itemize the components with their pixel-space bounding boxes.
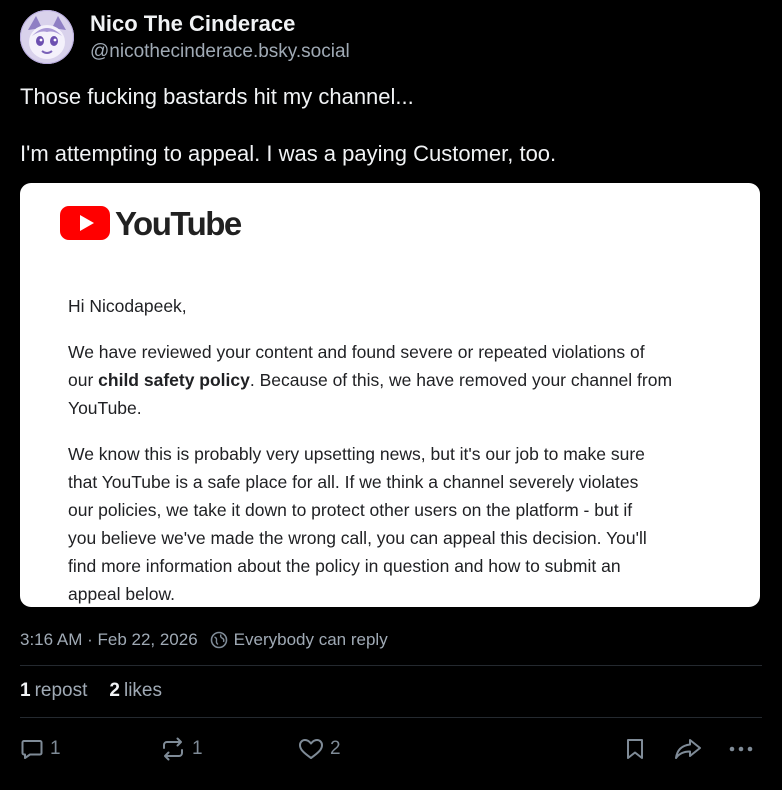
like-button[interactable]: 2 xyxy=(298,737,341,761)
more-icon xyxy=(729,746,753,752)
email-paragraph-line: our policies, we take it down to protect… xyxy=(68,500,633,520)
author-handle[interactable]: @nicothecinderace.bsky.social xyxy=(90,41,350,63)
timestamp[interactable]: 3:16 AM · Feb 22, 2026 xyxy=(20,630,198,650)
email-text-segment: . Because of this, we have removed your … xyxy=(249,370,673,390)
likes-stat[interactable]: 2 likes xyxy=(109,680,162,702)
like-icon xyxy=(299,739,323,759)
reposts-stat[interactable]: 1 repost xyxy=(20,680,87,702)
share-icon xyxy=(675,739,701,759)
email-paragraph-line: appeal below. xyxy=(68,584,176,604)
more-options-button[interactable] xyxy=(728,737,754,761)
email-paragraph-line: find more information about the policy i… xyxy=(68,556,621,576)
repost-button[interactable]: 1 xyxy=(160,737,203,761)
email-paragraph-line: We know this is probably very upsetting … xyxy=(68,444,645,464)
likes-count: 2 xyxy=(109,680,120,701)
like-count: 2 xyxy=(330,738,341,759)
reposts-count: 1 xyxy=(20,680,31,701)
likes-label: likes xyxy=(123,680,162,701)
post-text-line: Those fucking bastards hit my channel... xyxy=(20,84,414,109)
avatar[interactable] xyxy=(20,10,74,64)
avatar-image-icon xyxy=(20,10,74,64)
reply-setting: Everybody can reply xyxy=(233,630,388,649)
divider xyxy=(20,717,762,718)
policy-name: child safety policy xyxy=(98,370,250,390)
reposts-label: repost xyxy=(34,680,88,701)
bookmark-icon xyxy=(627,739,643,759)
email-paragraph-line: We have reviewed your content and found … xyxy=(68,342,645,362)
divider xyxy=(20,665,762,666)
globe-icon xyxy=(210,631,228,649)
email-paragraph-line: YouTube. xyxy=(68,398,142,418)
bookmark-button[interactable] xyxy=(624,737,646,761)
repost-icon xyxy=(163,737,183,761)
email-paragraph-line: our child safety policy. Because of this… xyxy=(68,366,672,394)
email-paragraph-line: you believe we've made the wrong call, y… xyxy=(68,528,647,548)
post: Nico The Cinderace @nicothecinderace.bsk… xyxy=(0,0,782,790)
embedded-image[interactable]: YouTube Hi Nicodapeek, We have reviewed … xyxy=(20,183,760,607)
youtube-wordmark: YouTube xyxy=(115,205,242,242)
email-paragraph-line: that YouTube is a safe place for all. If… xyxy=(68,472,639,492)
email-text-segment: our xyxy=(68,370,99,390)
engagement-stats: 1 repost 2 likes xyxy=(20,680,184,702)
reply-button[interactable]: 1 xyxy=(20,737,61,761)
youtube-play-icon xyxy=(60,206,110,240)
reply-count: 1 xyxy=(50,738,61,759)
share-button[interactable] xyxy=(674,737,702,761)
post-meta: 3:16 AM · Feb 22, 2026 Everybody can rep… xyxy=(20,630,388,650)
repost-count: 1 xyxy=(192,738,203,759)
post-text-line: I'm attempting to appeal. I was a paying… xyxy=(20,141,557,166)
email-greeting: Hi Nicodapeek, xyxy=(68,296,187,316)
reply-icon xyxy=(21,740,43,759)
author-display-name[interactable]: Nico The Cinderace xyxy=(90,11,295,37)
